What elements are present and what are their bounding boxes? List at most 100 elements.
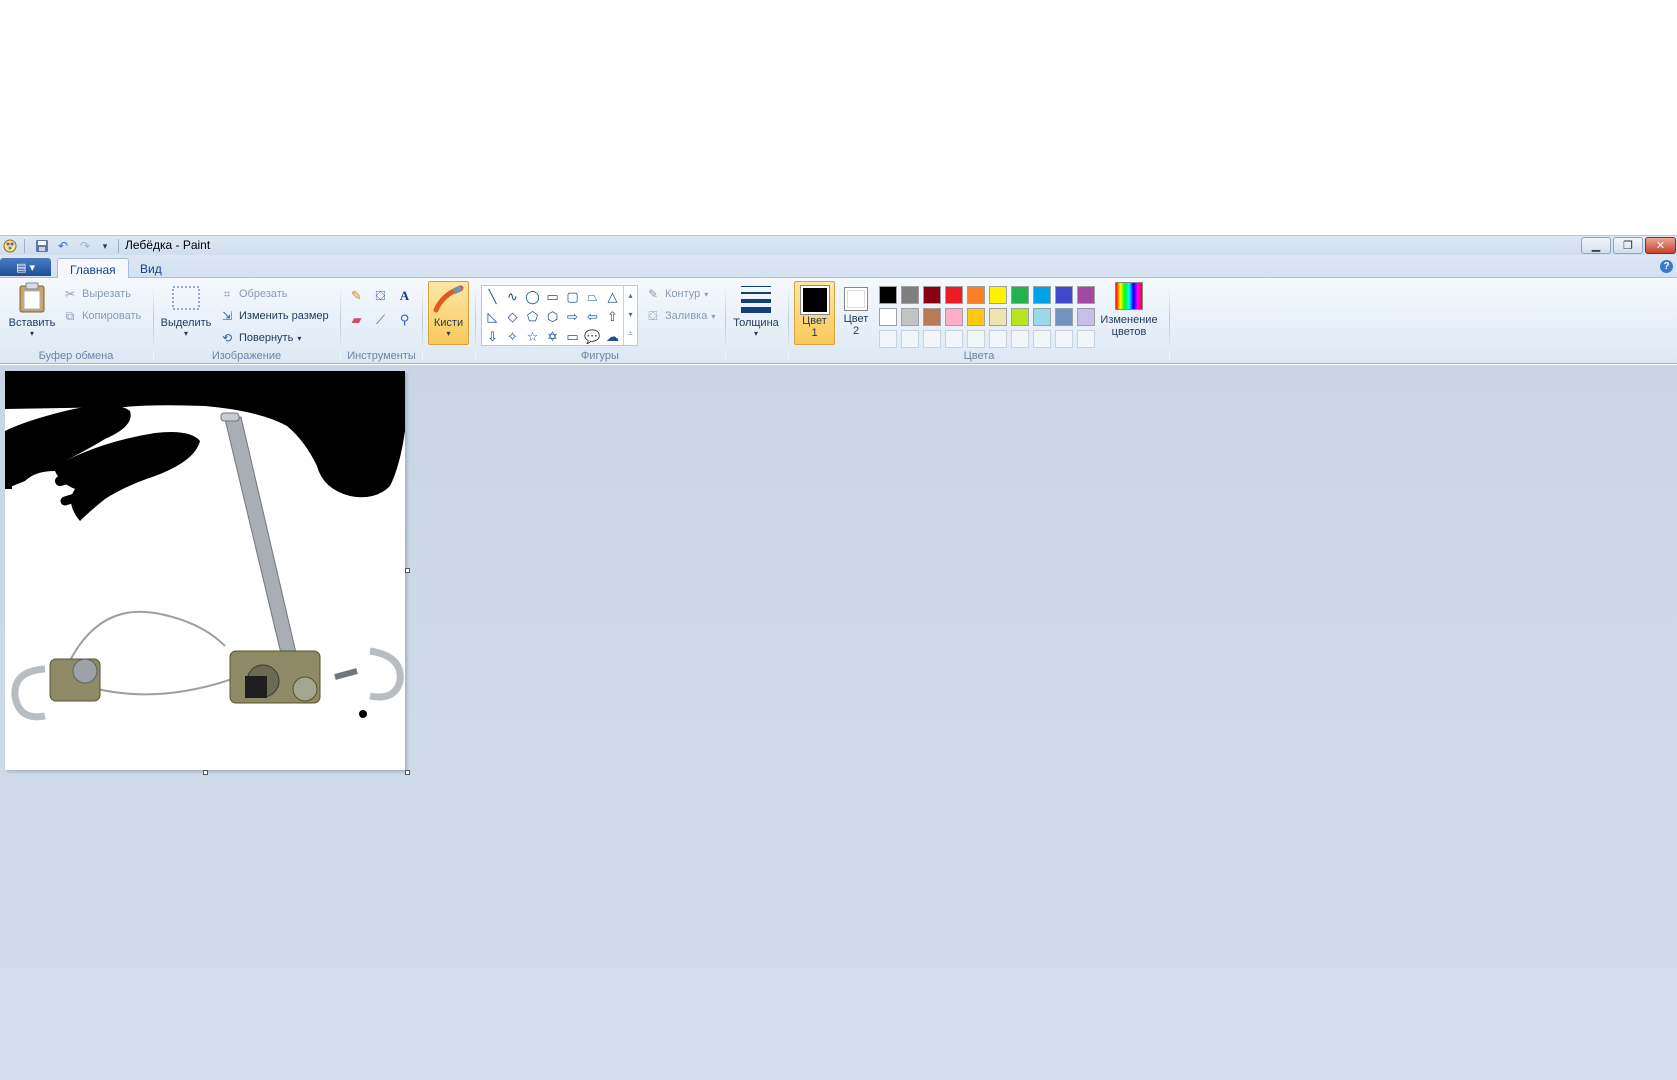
close-button[interactable]: ✕: [1645, 237, 1676, 254]
customize-toolbar-icon[interactable]: ▾: [97, 238, 113, 254]
palette-swatch[interactable]: [989, 286, 1007, 304]
group-separator: [340, 284, 341, 360]
curve-shape-icon[interactable]: ∿: [503, 287, 522, 306]
canvas-resize-handle-bottom[interactable]: [203, 770, 208, 775]
shapes-scroll[interactable]: ▴ ▾ ⩡: [623, 286, 637, 345]
palette-custom-slot[interactable]: [901, 330, 919, 348]
app-menu-button[interactable]: ▤ ▾: [0, 258, 51, 276]
palette-swatch[interactable]: [1011, 308, 1029, 326]
palette-custom-slot[interactable]: [945, 330, 963, 348]
cloud-callout-shape-icon[interactable]: ☁: [603, 327, 622, 346]
palette-custom-slot[interactable]: [1055, 330, 1073, 348]
select-dropdown-icon[interactable]: ▾: [158, 329, 214, 338]
rounded-rectangle-shape-icon[interactable]: ▢: [563, 287, 582, 306]
polygon-shape-icon[interactable]: ⏢: [583, 287, 602, 306]
line-shape-icon[interactable]: ╲: [483, 287, 502, 306]
palette-swatch[interactable]: [923, 286, 941, 304]
right-arrow-shape-icon[interactable]: ⇨: [563, 307, 582, 326]
select-button[interactable]: Выделить ▾: [158, 282, 214, 338]
hexagon-shape-icon[interactable]: ⬡: [543, 307, 562, 326]
redo-icon[interactable]: ↷: [77, 238, 93, 254]
text-tool-icon[interactable]: A: [394, 286, 415, 306]
undo-icon[interactable]: ↶: [55, 238, 71, 254]
palette-custom-slot[interactable]: [923, 330, 941, 348]
palette-swatch[interactable]: [879, 286, 897, 304]
down-arrow-shape-icon[interactable]: ⇩: [483, 327, 502, 346]
palette-swatch[interactable]: [1055, 308, 1073, 326]
palette-swatch[interactable]: [923, 308, 941, 326]
oval-callout-shape-icon[interactable]: 💬: [583, 327, 602, 346]
crop-button[interactable]: ⌗ Обрезать: [219, 286, 288, 302]
canvas-resize-handle-corner[interactable]: [405, 770, 410, 775]
palette-swatch[interactable]: [989, 308, 1007, 326]
color2-button[interactable]: Цвет 2: [838, 283, 874, 337]
tab-view[interactable]: Вид: [128, 258, 174, 279]
palette-swatch[interactable]: [1011, 286, 1029, 304]
six-point-star-shape-icon[interactable]: ✡: [543, 327, 562, 346]
minimize-button[interactable]: ▁: [1581, 237, 1611, 254]
palette-custom-slot[interactable]: [1011, 330, 1029, 348]
four-point-star-shape-icon[interactable]: ✧: [503, 327, 522, 346]
palette-custom-slot[interactable]: [989, 330, 1007, 348]
eraser-icon[interactable]: ▰: [346, 310, 367, 330]
palette-swatch[interactable]: [1077, 308, 1095, 326]
fill-label: Заливка: [665, 310, 708, 322]
palette-swatch[interactable]: [1055, 286, 1073, 304]
palette-swatch[interactable]: [945, 308, 963, 326]
color-picker-icon[interactable]: ⟋: [370, 310, 391, 330]
menu-icon: ▤ ▾: [16, 261, 35, 274]
diamond-shape-icon[interactable]: ◇: [503, 307, 522, 326]
palette-custom-slot[interactable]: [1077, 330, 1095, 348]
size-button[interactable]: Толщина ▾: [730, 282, 782, 338]
rectangle-shape-icon[interactable]: ▭: [543, 287, 562, 306]
outline-button[interactable]: ✎ Контур ▾: [645, 286, 708, 302]
help-icon[interactable]: ?: [1660, 260, 1673, 273]
shapes-scroll-up-icon[interactable]: ▴: [624, 286, 637, 305]
fill-bucket-icon[interactable]: ⛋: [370, 286, 391, 306]
palette-custom-slot[interactable]: [1033, 330, 1051, 348]
pencil-icon[interactable]: ✎: [346, 286, 367, 306]
triangle-shape-icon[interactable]: △: [603, 287, 622, 306]
save-icon[interactable]: [34, 238, 50, 254]
oval-shape-icon[interactable]: ◯: [523, 287, 542, 306]
shapes-more-icon[interactable]: ⩡: [624, 324, 637, 343]
palette-swatch[interactable]: [1033, 286, 1051, 304]
paste-dropdown-icon[interactable]: ▾: [6, 329, 58, 338]
resize-button[interactable]: ⇲ Изменить размер: [219, 308, 329, 324]
palette-swatch[interactable]: [1077, 286, 1095, 304]
right-triangle-shape-icon[interactable]: ◺: [483, 307, 502, 326]
palette-swatch[interactable]: [901, 286, 919, 304]
drawing-canvas[interactable]: [5, 371, 405, 770]
palette-swatch[interactable]: [1033, 308, 1051, 326]
fill-button[interactable]: ⛋ Заливка ▾: [645, 308, 715, 324]
palette-swatch[interactable]: [945, 286, 963, 304]
left-arrow-shape-icon[interactable]: ⇦: [583, 307, 602, 326]
canvas-resize-handle-right[interactable]: [405, 568, 410, 573]
paint-app-icon[interactable]: [2, 238, 18, 254]
rotate-icon: ⟲: [221, 331, 233, 345]
pentagon-shape-icon[interactable]: ⬠: [523, 307, 542, 326]
palette-custom-slot[interactable]: [967, 330, 985, 348]
palette-swatch[interactable]: [967, 286, 985, 304]
shapes-scroll-down-icon[interactable]: ▾: [624, 305, 637, 324]
line-thickness-icon: [741, 286, 771, 313]
cut-button[interactable]: ✂ Вырезать: [62, 286, 131, 302]
palette-swatch[interactable]: [879, 308, 897, 326]
five-point-star-shape-icon[interactable]: ☆: [523, 327, 542, 346]
brushes-button[interactable]: Кисти ▾: [428, 281, 469, 345]
color1-label-line2: 1: [811, 327, 818, 339]
palette-custom-slot[interactable]: [879, 330, 897, 348]
paste-button[interactable]: Вставить ▾: [6, 282, 58, 338]
edit-colors-button[interactable]: Изменение цветов: [1097, 282, 1161, 338]
tab-home[interactable]: Главная: [57, 258, 129, 279]
up-arrow-shape-icon[interactable]: ⇧: [603, 307, 622, 326]
restore-button[interactable]: ❐: [1613, 237, 1643, 254]
magnifier-icon[interactable]: ⚲: [394, 310, 415, 330]
clipboard-group-label: Буфер обмена: [38, 350, 114, 362]
rect-callout-shape-icon[interactable]: ▭: [563, 327, 582, 346]
color1-button[interactable]: Цвет 1: [794, 281, 835, 345]
palette-swatch[interactable]: [967, 308, 985, 326]
rotate-button[interactable]: ⟲ Повернуть ▾: [219, 330, 301, 346]
copy-button[interactable]: ⧉ Копировать: [62, 308, 142, 324]
palette-swatch[interactable]: [901, 308, 919, 326]
